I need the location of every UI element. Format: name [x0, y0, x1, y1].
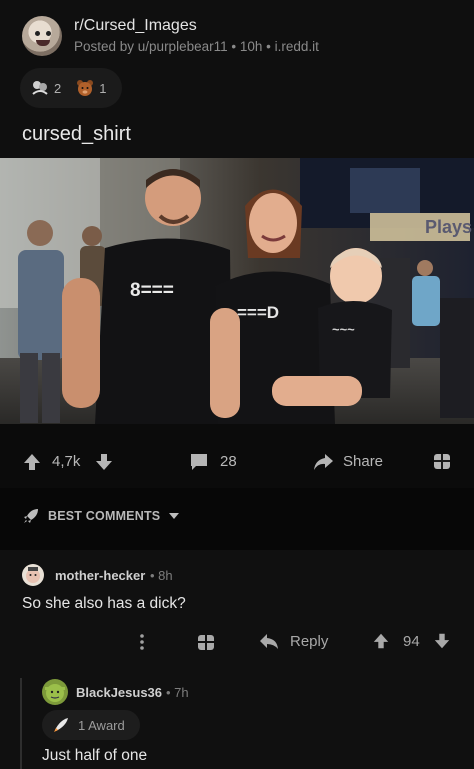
post-awards[interactable]: 2 1: [20, 68, 122, 108]
upvote-icon[interactable]: [22, 452, 42, 472]
downvote-icon[interactable]: [433, 632, 451, 650]
more-options-button[interactable]: [138, 632, 146, 652]
post-header: r/Cursed_Images Posted by u/purplebear11…: [0, 0, 474, 158]
award-count: 1: [99, 80, 107, 96]
share-button[interactable]: Share: [343, 453, 383, 470]
pig-avatar-icon: [26, 567, 40, 583]
background-sign: Plays: [425, 217, 472, 237]
post-action-bar: 4,7k 28 Share: [0, 438, 474, 486]
comment-score: 94: [403, 633, 420, 650]
chevron-down-icon: [169, 513, 180, 519]
comment-count[interactable]: 28: [220, 453, 237, 470]
share-icon[interactable]: [312, 451, 334, 473]
post-image[interactable]: Plays 8=== ===D ~~~: [0, 158, 474, 424]
downvote-icon[interactable]: [94, 452, 114, 472]
comment-time: • 8h: [150, 568, 173, 583]
avatar[interactable]: [22, 564, 44, 586]
upvote-count: 4,7k: [52, 453, 81, 470]
shrek-avatar-icon: [45, 684, 65, 702]
rocket-icon: [24, 509, 38, 523]
subreddit-name[interactable]: r/Cursed_Images: [74, 17, 197, 35]
thread-line[interactable]: [20, 678, 22, 769]
comment-body: So she also has a dick?: [22, 595, 186, 612]
subreddit-avatar[interactable]: [22, 16, 62, 56]
comment-username[interactable]: mother-hecker: [55, 568, 145, 583]
avatar[interactable]: [42, 679, 68, 705]
shirt-mid-text: ===D: [237, 303, 279, 322]
post-title[interactable]: cursed_shirt: [22, 123, 131, 146]
sort-label: BEST COMMENTS: [48, 509, 161, 523]
shirt-left-text: 8===: [130, 280, 174, 301]
comment-icon[interactable]: [188, 451, 210, 473]
more-vertical-icon: [140, 634, 144, 650]
rocket-like-award-icon: [54, 718, 68, 732]
reply-button[interactable]: Reply: [258, 631, 328, 651]
gift-award-icon[interactable]: [432, 451, 452, 471]
comment-awards[interactable]: 1 Award: [42, 710, 140, 740]
bear-award-icon: [77, 80, 94, 96]
reply-icon: [260, 634, 278, 649]
reply-label: Reply: [290, 632, 329, 650]
award-count: 2: [54, 80, 62, 96]
upvote-icon[interactable]: [372, 632, 390, 650]
comment-username[interactable]: BlackJesus36: [76, 685, 162, 700]
shirt-baby-text: ~~~: [332, 322, 355, 337]
comment-time: • 7h: [166, 685, 189, 700]
comment-body: Just half of one: [42, 747, 148, 764]
post-image-illustration: Plays 8=== ===D ~~~: [0, 158, 474, 424]
gift-award-icon[interactable]: [196, 632, 216, 652]
post-meta: Posted by u/purplebear11 • 10h • i.redd.…: [74, 39, 319, 54]
award-label: 1 Award: [78, 717, 125, 733]
hugz-award-icon: [32, 81, 48, 95]
sort-selector[interactable]: BEST COMMENTS: [22, 507, 180, 525]
